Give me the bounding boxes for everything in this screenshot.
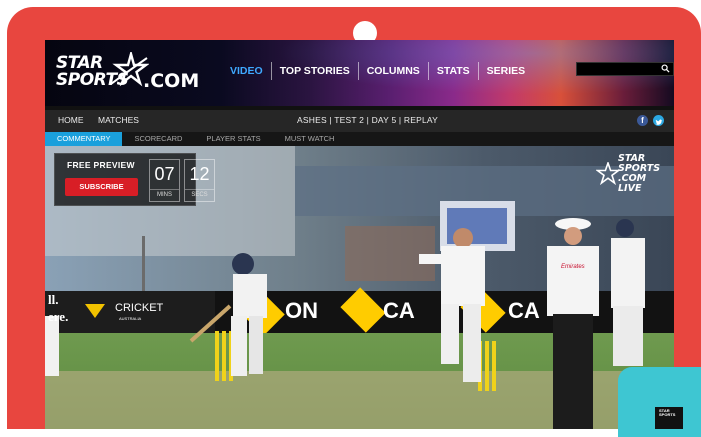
starsports-live-bug: STAR SPORTS .COM LIVE <box>593 152 671 200</box>
ad-left-text-1: ll. <box>48 292 59 307</box>
site-header: STAR SPORTS .COM VIDEO TOP STORIES COLUM… <box>45 40 674 106</box>
cricket-australia-sub-text: AUSTRALIA <box>119 316 142 321</box>
nav-columns[interactable]: COLUMNS <box>357 62 428 80</box>
seconds-value: 12 <box>189 164 210 184</box>
sub-nav-bar: HOME MATCHES ASHES | TEST 2 | DAY 5 | RE… <box>45 110 674 132</box>
video-player[interactable]: ll. ere. CRICKET AUSTRALIA ON CA CA Emir… <box>45 146 674 429</box>
tab-scorecard[interactable]: SCORECARD <box>122 132 194 146</box>
home-link[interactable]: HOME <box>58 115 84 125</box>
tab-player-stats[interactable]: PLAYER STATS <box>194 132 272 146</box>
main-nav: VIDEO TOP STORIES COLUMNS STATS SERIES <box>222 62 533 80</box>
umpire-sponsor-text: Emirates <box>561 264 585 270</box>
cricket-australia-logo-text: CRICKET <box>115 302 164 314</box>
thumb-logo-text: STAR SPORTS <box>659 408 676 417</box>
subscribe-button[interactable]: SUBSCRIBE <box>65 178 138 196</box>
timer-minutes: 07 MINS <box>149 159 180 202</box>
nav-video[interactable]: VIDEO <box>222 62 271 80</box>
banner-text-3: CA <box>508 298 540 323</box>
facebook-icon[interactable]: f <box>637 115 648 126</box>
nav-stats[interactable]: STATS <box>427 62 478 80</box>
tab-bar: COMMENTARY SCORECARD PLAYER STATS MUST W… <box>45 132 674 146</box>
minutes-label: MINS <box>150 189 179 198</box>
twitter-icon[interactable] <box>653 115 664 126</box>
banner-text-1: ON <box>285 298 318 323</box>
free-preview-title: FREE PREVIEW <box>67 160 135 170</box>
site-logo[interactable]: STAR SPORTS .COM <box>53 52 213 96</box>
timer-seconds: 12 SECS <box>184 159 215 202</box>
matches-link[interactable]: MATCHES <box>98 115 139 125</box>
logo-domain: .COM <box>143 70 200 92</box>
minutes-value: 07 <box>154 164 175 184</box>
search-icon[interactable] <box>661 64 670 73</box>
bug-line-4: LIVE <box>618 183 642 194</box>
nav-top-stories[interactable]: TOP STORIES <box>270 62 358 80</box>
ad-left-text-2: ere. <box>48 309 69 324</box>
banner-text-2: CA <box>383 298 415 323</box>
free-preview-panel: FREE PREVIEW SUBSCRIBE 07 MINS 12 SECS <box>54 153 215 206</box>
search-box <box>576 62 674 76</box>
tab-commentary[interactable]: COMMENTARY <box>45 132 123 146</box>
teal-device-corner: STAR SPORTS <box>618 367 701 437</box>
match-status: ASHES | TEST 2 | DAY 5 | REPLAY <box>297 115 439 125</box>
star-logo-icon <box>596 162 620 186</box>
tab-must-watch[interactable]: MUST WATCH <box>273 132 347 146</box>
browser-screen: STAR SPORTS .COM VIDEO TOP STORIES COLUM… <box>45 40 674 429</box>
seconds-label: SECS <box>185 189 214 198</box>
search-input[interactable] <box>580 63 656 75</box>
nav-series[interactable]: SERIES <box>477 62 534 80</box>
